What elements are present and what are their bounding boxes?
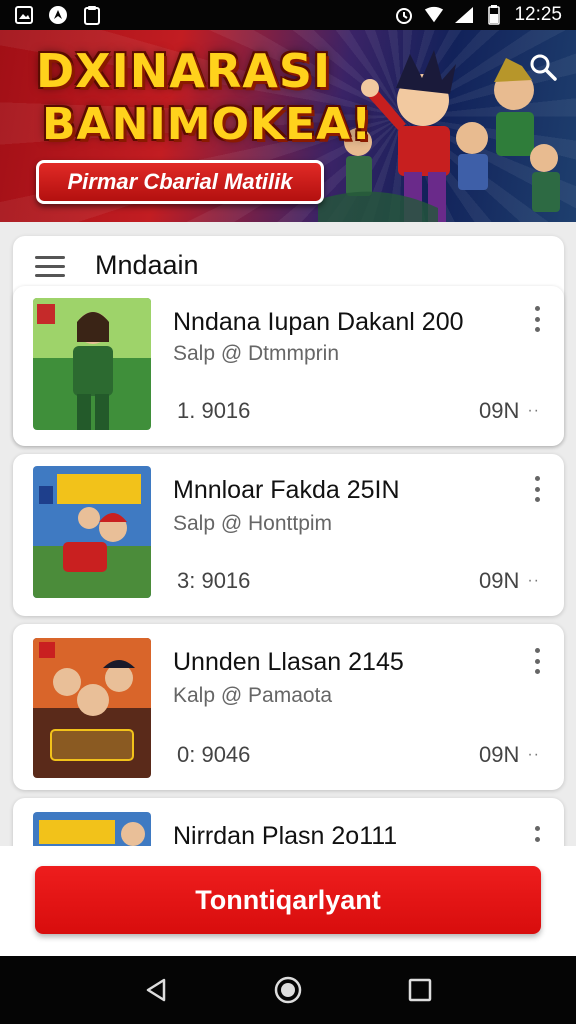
kebab-menu-icon[interactable] [532, 648, 542, 674]
more-dots-icon: ·· [527, 746, 540, 763]
item-count: 3: 9016 [177, 568, 251, 593]
app-icon [48, 5, 68, 25]
item-title: Mnnloar Fakda 25IN [173, 476, 400, 504]
panel-title: Mndaain [95, 250, 199, 280]
install-button[interactable]: Tonntiqarlyant [35, 866, 541, 934]
promo-banner[interactable]: DXINARASI BANIMOKEA! Pirmar Cbarial Mati… [0, 30, 576, 222]
more-dots-icon: ·· [527, 402, 540, 419]
battery-icon [484, 5, 504, 25]
wifi-icon [424, 5, 444, 25]
banner-title-line1: DXINARASI [36, 44, 332, 98]
item-title: Nndana Iupan Dakanl 200 [173, 308, 464, 336]
clipboard-icon [82, 5, 102, 25]
alarm-icon [394, 5, 414, 25]
search-icon[interactable] [528, 52, 558, 82]
item-size-value: 09N [478, 568, 520, 593]
item-count: 0: 9046 [177, 742, 251, 767]
clock: 12:25 [514, 4, 562, 25]
item-thumbnail [33, 466, 151, 598]
list-item[interactable]: Mnnloar Fakda 25IN Salp @ Honttpim 3: 90… [13, 454, 564, 616]
item-thumbnail [33, 298, 151, 430]
item-subtitle: Kalp @ Pamaota [173, 684, 333, 707]
item-subtitle: Salp @ Honttpim [173, 512, 333, 535]
item-size: 09N ·· [479, 742, 540, 768]
banner-title-line2: BANIMOKEA! [42, 99, 373, 150]
status-bar: 12:25 [0, 0, 576, 30]
system-nav-bar [0, 956, 576, 1024]
home-icon[interactable] [268, 970, 308, 1010]
kebab-menu-icon[interactable] [532, 306, 542, 332]
item-count: 1. 9016 [177, 398, 251, 423]
item-size: 09N ·· [479, 568, 540, 594]
list-item[interactable]: Nndana Iupan Dakanl 200 Salp @ Dtmmprin … [13, 286, 564, 446]
hamburger-menu-icon[interactable] [35, 256, 65, 278]
image-icon [14, 5, 34, 25]
item-size: 09N ·· [479, 398, 540, 424]
item-title: Unnden Llasan 2145 [173, 648, 404, 676]
signal-icon [454, 5, 474, 25]
recents-icon[interactable] [400, 970, 440, 1010]
item-size-value: 09N [478, 398, 520, 423]
banner-title: DXINARASI BANIMOKEA! [36, 44, 372, 152]
more-dots-icon: ·· [527, 572, 540, 589]
banner-subtitle: Pirmar Cbarial Matilik [36, 160, 324, 204]
list-item[interactable]: Unnden Llasan 2145 Kalp @ Pamaota 0: 904… [13, 624, 564, 790]
kebab-menu-icon[interactable] [532, 476, 542, 502]
item-thumbnail [33, 638, 151, 778]
back-icon[interactable] [136, 970, 176, 1010]
item-subtitle: Salp @ Dtmmprin [173, 342, 340, 365]
item-size-value: 09N [478, 742, 520, 767]
